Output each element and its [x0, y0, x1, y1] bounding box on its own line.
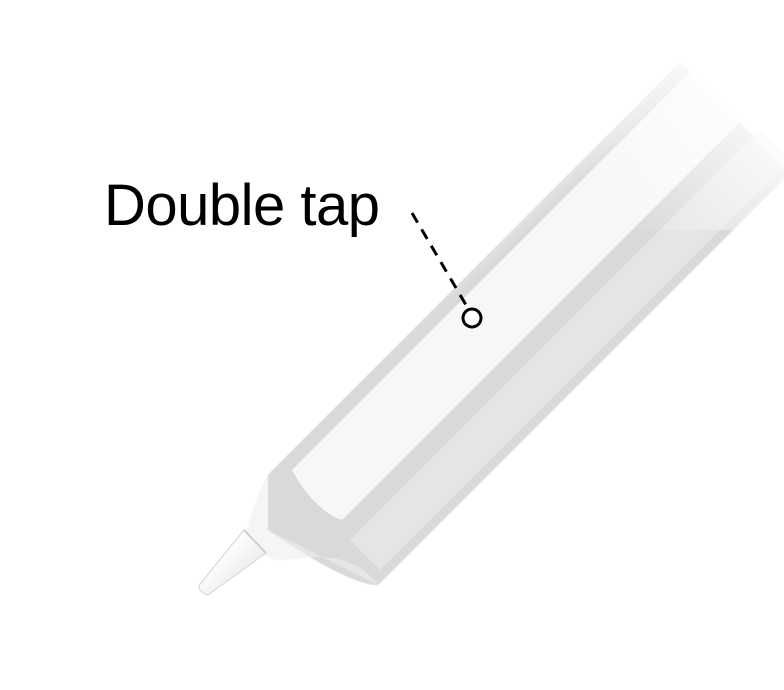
double-tap-label: Double tap — [104, 173, 380, 238]
pencil-fade — [560, 30, 784, 230]
diagram-canvas: Double tap — [0, 0, 784, 690]
pencil-illustration — [198, 30, 784, 596]
tap-target-icon — [461, 307, 483, 329]
